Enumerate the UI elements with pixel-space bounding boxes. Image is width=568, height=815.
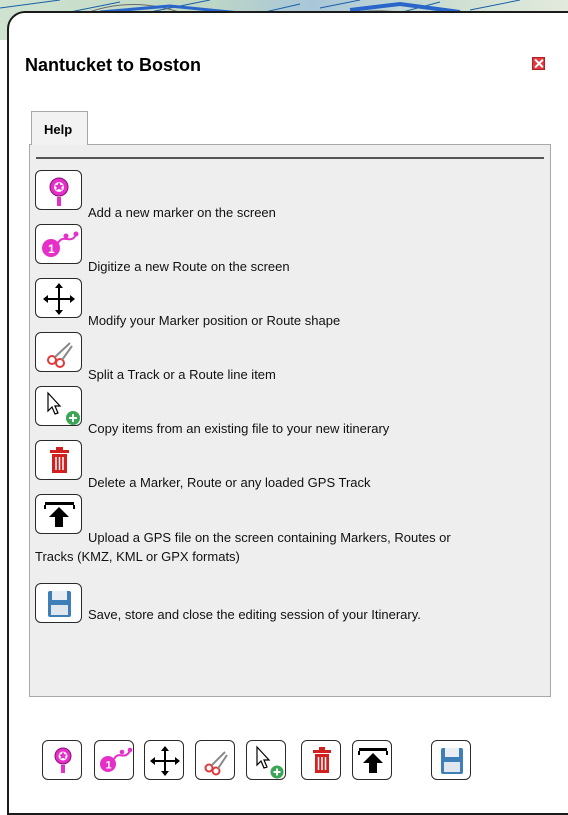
help-text-split: Split a Track or a Route line item xyxy=(88,367,276,382)
scissors-icon xyxy=(35,332,82,372)
help-text-delete: Delete a Marker, Route or any loaded GPS… xyxy=(88,475,371,490)
help-text-save: Save, store and close the editing sessio… xyxy=(88,607,421,622)
close-icon[interactable] xyxy=(532,57,545,70)
copy-items-button[interactable] xyxy=(246,740,286,780)
help-text-add-marker: Add a new marker on the screen xyxy=(88,205,276,220)
help-text-move: Modify your Marker position or Route sha… xyxy=(88,313,341,328)
upload-icon xyxy=(35,494,82,534)
copy-items-icon xyxy=(35,386,82,426)
save-button[interactable] xyxy=(431,740,471,780)
digitize-route-icon: 1 xyxy=(35,224,82,264)
digitize-route-button[interactable]: 1 xyxy=(94,740,134,780)
help-text-copy: Copy items from an existing file to your… xyxy=(88,421,390,436)
dialog-title: Nantucket to Boston xyxy=(25,55,202,75)
add-marker-icon xyxy=(35,170,82,210)
save-icon xyxy=(35,583,82,623)
help-text-upload-line2: Tracks (KMZ, KML or GPX formats) xyxy=(35,549,240,564)
tab-help-label: Help xyxy=(44,122,73,137)
svg-text:1: 1 xyxy=(48,242,55,256)
move-button[interactable] xyxy=(144,740,184,780)
svg-text:1: 1 xyxy=(106,760,112,772)
tab-help[interactable]: Help xyxy=(31,111,88,145)
help-text-digitize-route: Digitize a new Route on the screen xyxy=(88,259,290,274)
split-button[interactable] xyxy=(195,740,235,780)
delete-button[interactable] xyxy=(301,740,341,780)
divider xyxy=(36,157,544,159)
trash-icon xyxy=(35,440,82,480)
help-text-upload-line1: Upload a GPS file on the screen containi… xyxy=(88,530,451,545)
upload-button[interactable] xyxy=(352,740,392,780)
move-icon xyxy=(35,278,82,318)
add-marker-button[interactable] xyxy=(42,740,82,780)
